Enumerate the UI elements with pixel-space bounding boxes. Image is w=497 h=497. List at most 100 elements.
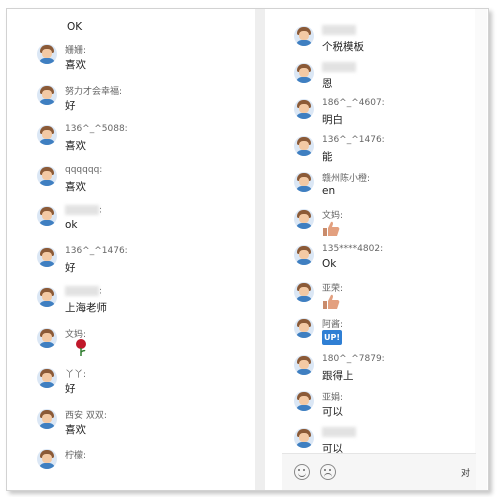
message-text: OK <box>67 21 83 33</box>
avatar <box>294 172 314 192</box>
chat-message: 文妈: <box>37 325 247 365</box>
avatar <box>294 62 314 83</box>
avatar <box>294 391 314 411</box>
chat-message: 136^_^1476: 能 <box>294 133 488 173</box>
sender-name: 文妈: <box>322 210 344 221</box>
redacted-name <box>65 205 99 215</box>
avatar <box>37 246 57 267</box>
sender-name: 赣州陈小橙: <box>322 174 371 184</box>
message-text: 能 <box>322 150 333 163</box>
avatar <box>37 408 57 429</box>
avatar <box>37 44 57 64</box>
avatar <box>294 245 314 265</box>
message-text: 跟得上 <box>322 369 354 382</box>
redacted-name <box>322 61 356 72</box>
sender-name: 亚娟: <box>322 393 344 403</box>
chat-message: 亚娟: 可以 <box>294 388 488 428</box>
sender-name: 136^_^1476: <box>65 245 128 256</box>
sender-name: 136^_^5088: <box>65 124 128 134</box>
chat-message: 136^_^5088: 喜欢 <box>37 122 247 162</box>
thumbs-up-icon <box>322 221 340 237</box>
avatar <box>294 281 314 302</box>
chat-message: 姗姗: 喜欢 <box>37 41 247 81</box>
redacted-name <box>322 25 356 35</box>
message-text: ok <box>65 219 78 231</box>
sender-name <box>322 426 356 438</box>
sender-name: 135****4802: <box>322 244 384 254</box>
avatar <box>37 206 57 226</box>
avatar <box>37 165 57 186</box>
sender-name: : <box>65 205 102 216</box>
chat-message: 赣州陈小橙: en <box>294 169 488 209</box>
avatar <box>294 26 314 46</box>
avatar <box>37 368 57 388</box>
message-text: 好 <box>65 383 76 395</box>
redacted-name <box>322 426 356 437</box>
message-text: 喜欢 <box>65 59 86 71</box>
sender-name: 180^_^7879: <box>322 353 385 364</box>
chat-message: : ok <box>37 203 247 243</box>
message-text: 上海老师 <box>65 302 107 314</box>
up-sticker: UP! <box>322 330 342 345</box>
chat-message: 个税模板 <box>294 23 488 63</box>
chat-message: 135****4802: Ok <box>294 242 488 282</box>
sender-name: qqqqqq: <box>65 164 103 175</box>
message-text: 喜欢 <box>65 140 86 152</box>
chat-column-right: 个税模板恩 186^_^4607: 明白 136^_^1476: 能赣州陈小橙: en 文妈… <box>282 9 472 490</box>
message-text: 喜欢 <box>65 180 86 193</box>
sender-name: 丫丫: <box>65 370 87 380</box>
chat-message: : 上海老师 <box>37 284 247 324</box>
sender-name <box>322 25 356 36</box>
chat-message: 努力才会幸福: 好 <box>37 82 247 122</box>
sender-name: 努力才会幸福: <box>65 86 123 97</box>
chat-message: 丫丫: 好 <box>37 365 247 405</box>
chat-window: OK 姗姗: 喜欢 努力才会幸福: 好 136^_^5088: 喜欢 qqqqqq: 喜欢: o… <box>6 8 489 491</box>
sender-name: : <box>65 286 102 297</box>
sender-name: 姗姗: <box>65 46 87 56</box>
smiley-icon[interactable] <box>294 464 310 480</box>
message-text: 明白 <box>322 114 343 126</box>
chat-message: 西安 双双: 喜欢 <box>37 406 247 446</box>
sender-name: 亚荣: <box>322 283 344 294</box>
input-toolbar: 对 <box>282 453 476 490</box>
message-text: 喜欢 <box>65 423 86 436</box>
sender-name <box>322 61 356 73</box>
avatar <box>37 327 57 348</box>
sender-name: 阿酱: <box>322 320 344 330</box>
avatar <box>294 135 314 156</box>
sender-name: 186^_^4607: <box>322 98 385 108</box>
sender-name: 136^_^1476: <box>322 134 385 145</box>
message-text: 恩 <box>322 77 333 90</box>
chat-message: 186^_^4607: 明白 <box>294 96 488 136</box>
chat-message: 亚荣: <box>294 279 488 319</box>
chat-message: 阿酱: UP! <box>294 315 488 355</box>
column-divider <box>255 9 265 490</box>
avatar <box>37 449 57 469</box>
send-shortcut-label[interactable]: 对 <box>461 466 470 479</box>
chat-message: 恩 <box>294 60 488 100</box>
rose-icon <box>75 338 87 357</box>
avatar <box>294 208 314 229</box>
avatar <box>37 84 57 105</box>
sender-name: 柠檬: <box>65 451 87 461</box>
chat-message: 136^_^1476: 好 <box>37 244 247 284</box>
message-text: en <box>322 185 336 197</box>
avatar <box>294 354 314 375</box>
message-text: 好 <box>65 99 76 112</box>
chat-message: 文妈: <box>294 206 488 246</box>
redacted-name <box>65 286 99 296</box>
message-text: 个税模板 <box>322 41 364 53</box>
message-text: 好 <box>65 261 76 274</box>
avatar <box>37 287 57 307</box>
chat-message: qqqqqq: 喜欢 <box>37 163 247 203</box>
chat-message: 柠檬: <box>37 446 247 486</box>
emoticon-icon[interactable] <box>320 464 336 480</box>
message-text: Ok <box>322 258 337 270</box>
avatar <box>294 99 314 119</box>
chat-column-left: OK 姗姗: 喜欢 努力才会幸福: 好 136^_^5088: 喜欢 qqqqqq: 喜欢: o… <box>7 9 255 490</box>
scrollbar[interactable] <box>475 9 487 490</box>
chat-message: 180^_^7879: 跟得上 <box>294 352 488 392</box>
message-text: 可以 <box>322 406 343 418</box>
avatar <box>294 318 314 338</box>
sender-name: 西安 双双: <box>65 410 107 421</box>
